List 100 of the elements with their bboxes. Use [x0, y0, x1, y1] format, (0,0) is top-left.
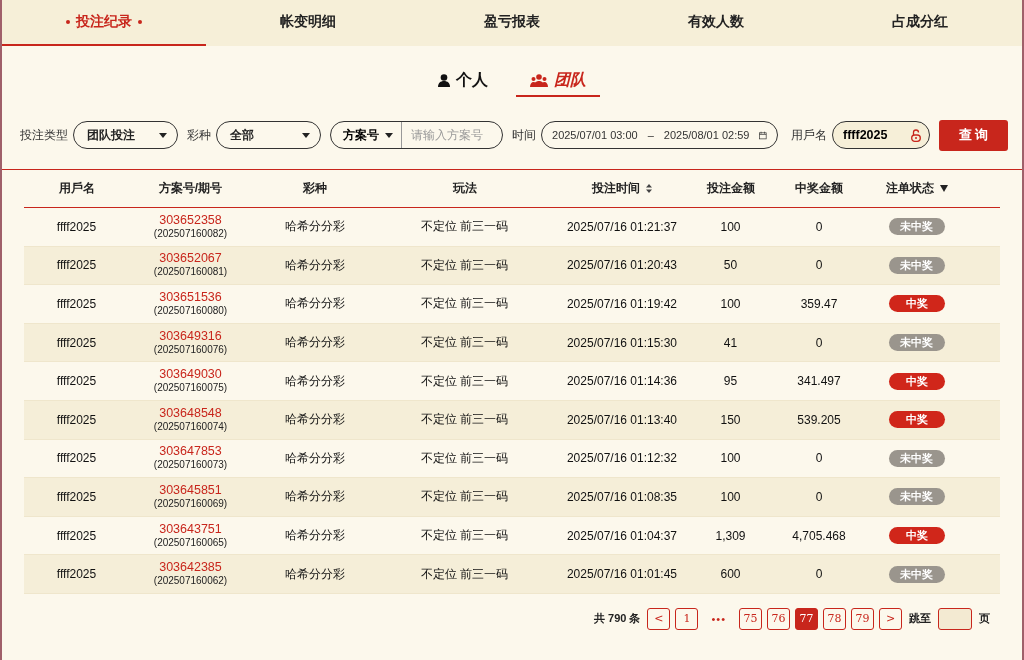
table-cell-text: 不定位 前三一码 [419, 334, 510, 352]
column-header: 中奖金额 [795, 180, 843, 197]
column-header: 投注金额 [706, 180, 755, 197]
plan-number-link[interactable]: 303648548 [159, 406, 222, 420]
table-cell-text: 哈希分分彩 [283, 256, 346, 274]
page-button[interactable]: 77 [795, 607, 818, 630]
status-badge: 未中奖 [888, 218, 945, 236]
field-label: 投注类型 [20, 126, 68, 144]
bet-type-dropdown[interactable]: 团队投注 [73, 121, 178, 149]
table-cell-text: 100 [719, 489, 742, 504]
issue-number: (202507160081) [153, 265, 228, 279]
page-input[interactable] [938, 607, 972, 630]
nav-tab[interactable]: 占成分红 [818, 0, 1022, 46]
table-cell-text: ffff2025 [55, 258, 98, 273]
table-cell-text: 0 [814, 258, 824, 273]
page-button[interactable]: 75 [739, 607, 762, 630]
total-count: 共 790 条 [593, 611, 641, 627]
table-cell-text: 600 [719, 567, 742, 582]
table-cell-text: 哈希分分彩 [283, 565, 346, 583]
view-tab[interactable]: 团队 [516, 68, 600, 97]
jump-label: 跳至 [909, 611, 931, 627]
table-cell-text: 1,309 [714, 528, 747, 543]
table-cell-text: ffff2025 [55, 374, 98, 389]
table-cell-text: ffff2025 [55, 528, 98, 543]
table-cell-text: 不定位 前三一码 [419, 372, 510, 390]
filter-icon[interactable] [939, 185, 948, 192]
page-button[interactable]: 79 [851, 607, 874, 630]
lock-icon [910, 128, 921, 142]
plan-number-input[interactable]: 请输入方案号 [401, 127, 498, 143]
table-cell-text: 哈希分分彩 [283, 334, 346, 352]
table-cell-text: 95 [722, 374, 739, 389]
table-cell-text: 0 [814, 451, 824, 466]
table-cell-text: ffff2025 [55, 451, 98, 466]
column-header: 玩法 [452, 180, 477, 197]
caret-icon [384, 132, 393, 138]
field-label: 时间 [512, 126, 536, 144]
issue-number: (202507160080) [153, 304, 228, 317]
plan-number-link[interactable]: 303651536 [159, 291, 222, 304]
plan-number-link[interactable]: 303652067 [159, 252, 222, 266]
column-header: 投注时间 [592, 180, 640, 197]
column-header: 用戶名 [58, 180, 95, 197]
table-cell-text: 哈希分分彩 [283, 449, 346, 467]
table-cell-text: 2025/07/16 01:20:43 [565, 258, 679, 273]
plan-number-link[interactable]: 303645851 [159, 483, 222, 497]
nav-tab[interactable]: 帐变明细 [206, 0, 410, 46]
sort-icon[interactable] [646, 184, 652, 193]
plan-number-link[interactable]: 303643751 [159, 522, 222, 536]
table-cell-text: 2025/07/16 01:13:40 [565, 412, 679, 427]
issue-number: (202507160073) [153, 458, 228, 472]
status-badge: 中奖 [888, 527, 945, 545]
table-cell-text: 不定位 前三一码 [419, 565, 510, 583]
status-badge: 未中奖 [888, 256, 945, 274]
table-cell-text: 哈希分分彩 [283, 527, 346, 545]
status-badge: 未中奖 [888, 488, 945, 506]
table-cell-text: 50 [722, 258, 739, 273]
table-cell-text: 不定位 前三一码 [419, 295, 510, 313]
plan-number-link[interactable]: 303642385 [159, 561, 222, 575]
dot-icon [138, 20, 142, 24]
plan-number-link[interactable]: 303652358 [159, 213, 222, 227]
status-badge: 中奖 [888, 372, 945, 390]
table-cell-text: 2025/07/16 01:14:36 [565, 374, 679, 389]
issue-number: (202507160065) [153, 535, 228, 549]
issue-number: (202507160075) [153, 381, 228, 395]
nav-tab[interactable]: 盈亏报表 [410, 0, 614, 46]
table-cell-text: ffff2025 [55, 489, 98, 504]
calendar-icon [759, 129, 767, 141]
table-cell-text: 2025/07/16 01:19:42 [565, 297, 679, 311]
plan-number-link[interactable]: 303649030 [159, 368, 222, 382]
plan-type-dropdown[interactable]: 方案号 [330, 122, 402, 148]
table-cell-text: 341.497 [796, 374, 842, 389]
page-button[interactable]: 1 [675, 607, 699, 630]
previous-page-button[interactable]: < [647, 607, 671, 630]
issue-number: (202507160082) [153, 226, 228, 240]
status-badge: 未中奖 [888, 565, 945, 583]
table-cell-text: 0 [814, 219, 824, 234]
plan-number-link[interactable]: 303649316 [159, 329, 222, 343]
caret-icon [301, 132, 310, 138]
nav-tab[interactable]: 有效人数 [614, 0, 818, 46]
next-page-button[interactable]: > [879, 607, 902, 630]
username-field[interactable]: ffff2025 [832, 121, 930, 149]
lottery-dropdown[interactable]: 全部 [215, 121, 321, 149]
table-cell-text: 哈希分分彩 [283, 488, 346, 506]
view-tab[interactable]: 个人 [424, 68, 502, 97]
table-cell-text: 不定位 前三一码 [419, 411, 510, 429]
table-cell-text: 100 [719, 297, 742, 311]
plan-number-link[interactable]: 303647853 [159, 445, 222, 459]
table-cell-text: 哈希分分彩 [283, 372, 346, 390]
table-cell-text: 不定位 前三一码 [419, 527, 510, 545]
status-badge: 中奖 [888, 295, 945, 313]
page-button[interactable]: 76 [767, 607, 790, 630]
table-cell-text: 0 [814, 335, 824, 350]
page-button[interactable]: 78 [823, 607, 846, 630]
table-cell-text: 哈希分分彩 [283, 218, 346, 236]
table-cell-text: 2025/07/16 01:21:37 [565, 219, 679, 234]
query-button[interactable]: 查 询 [938, 119, 1008, 151]
issue-number: (202507160074) [153, 419, 228, 433]
nav-tab[interactable]: 投注纪录 [2, 0, 206, 46]
table-cell-text: 2025/07/16 01:01:45 [565, 567, 679, 582]
issue-number: (202507160069) [153, 496, 228, 510]
table-cell-text: 100 [719, 219, 742, 234]
